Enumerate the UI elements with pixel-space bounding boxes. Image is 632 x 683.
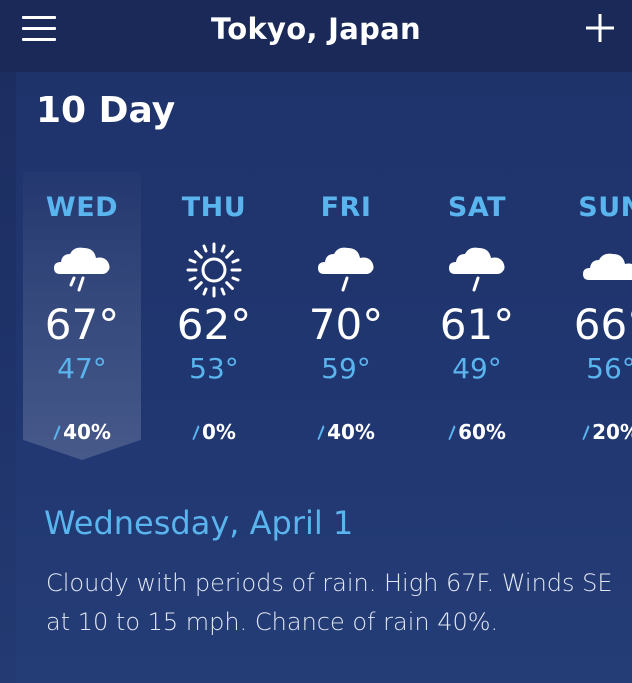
day-column-thu[interactable]: THU 62° 53° 0%: [155, 172, 273, 472]
day-column-wed[interactable]: WED 67° 47° 40%: [23, 172, 141, 472]
location-title: Tokyo, Japan: [210, 12, 421, 46]
raindrop-icon: [317, 425, 325, 440]
precip-chance: 40%: [287, 420, 405, 444]
low-temp: 49°: [452, 352, 502, 385]
precip-value: 60%: [458, 420, 506, 444]
plus-icon[interactable]: [584, 12, 616, 44]
high-temp: 66°: [573, 300, 632, 349]
day-name: THU: [181, 192, 247, 223]
precip-chance: 20%: [552, 420, 632, 444]
low-temp: 59°: [321, 352, 371, 385]
day-name: WED: [45, 192, 119, 223]
precip-value: 20%: [592, 420, 632, 444]
cloud-rain-icon: [449, 247, 505, 292]
selected-day-title: Wednesday, April 1: [44, 504, 354, 542]
high-temp: 70°: [308, 300, 384, 349]
high-temp: 62°: [176, 300, 252, 349]
low-temp: 53°: [189, 352, 239, 385]
precip-chance: 60%: [418, 420, 536, 444]
raindrop-icon: [448, 425, 456, 440]
top-bar: Tokyo, Japan: [0, 0, 632, 72]
high-temp: 61°: [439, 300, 515, 349]
raindrop-icon: [53, 425, 61, 440]
day-name: FRI: [320, 192, 372, 223]
sun-icon: [186, 242, 242, 298]
raindrop-icon: [582, 425, 590, 440]
high-temp: 67°: [44, 300, 120, 349]
forecast-description: Cloudy with periods of rain. High 67F. W…: [46, 569, 613, 636]
weather-app: Tokyo, Japan 10 Day WED 67° 47° 40% THU …: [0, 0, 632, 683]
cloud-rain-icon: [318, 247, 374, 292]
raindrop-icon: [192, 425, 200, 440]
day-name: SUN: [578, 192, 632, 223]
cloud-rain-icon: [54, 247, 110, 292]
low-temp: 47°: [57, 352, 107, 385]
panel-title: 10 Day: [36, 90, 176, 131]
day-column-sun[interactable]: SUN 66° 56° 20%: [552, 172, 632, 472]
precip-value: 40%: [63, 420, 111, 444]
precip-chance: 40%: [23, 420, 141, 444]
precip-value: 40%: [327, 420, 375, 444]
day-forecast-strip[interactable]: WED 67° 47° 40% THU 62° 53° 0% FRI 70° 5…: [16, 172, 632, 472]
precip-chance: 0%: [155, 420, 273, 444]
precip-value: 0%: [202, 420, 236, 444]
day-column-fri[interactable]: FRI 70° 59° 40%: [287, 172, 405, 472]
cloud-icon: [583, 253, 632, 280]
day-name: SAT: [447, 192, 507, 223]
day-column-sat[interactable]: SAT 61° 49° 60%: [418, 172, 536, 472]
low-temp: 56°: [586, 352, 632, 385]
ten-day-panel: 10 Day WED 67° 47° 40% THU 62° 53° 0% FR…: [16, 72, 632, 683]
